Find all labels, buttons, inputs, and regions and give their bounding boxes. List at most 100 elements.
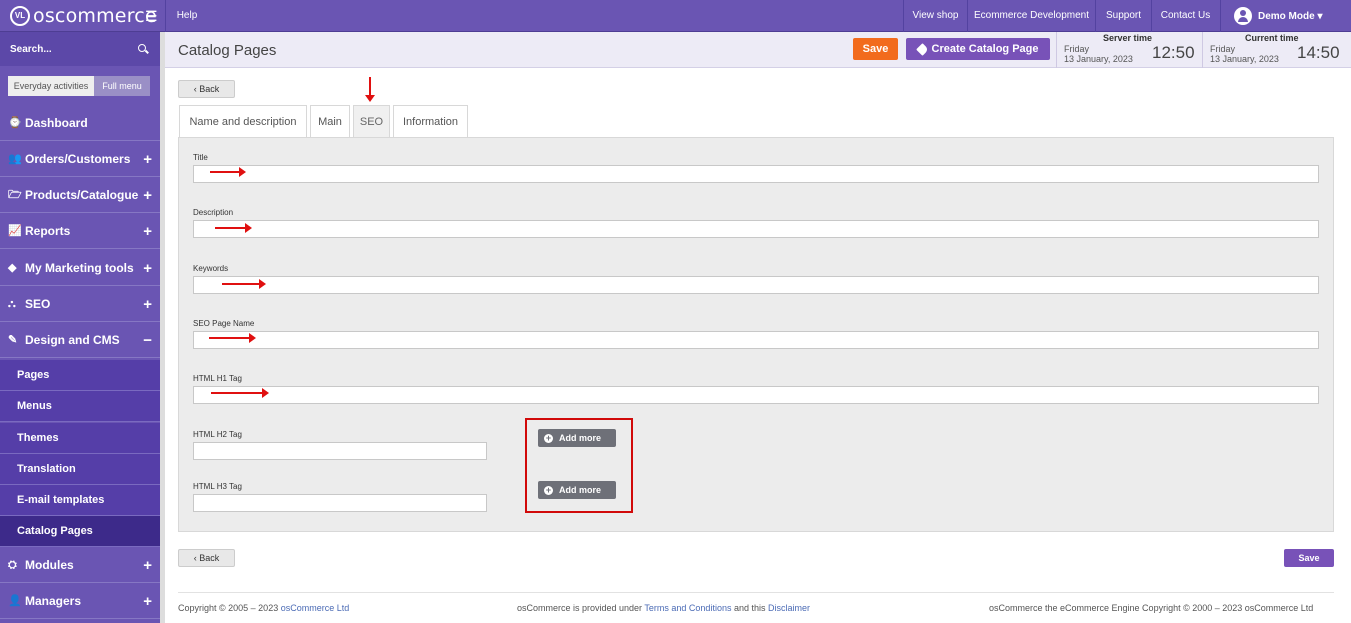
page-title: Catalog Pages <box>178 42 277 59</box>
logo[interactable]: VL oscommerce <box>10 4 157 28</box>
divider <box>165 0 166 32</box>
user-menu-label: Demo Mode ▾ <box>1258 10 1323 22</box>
back-button[interactable]: ‹ Back <box>178 80 235 98</box>
h1-tag-input[interactable] <box>193 386 1319 404</box>
expand-icon[interactable]: + <box>143 142 152 177</box>
annotation-arrow <box>210 167 246 177</box>
disclaimer-link[interactable]: Disclaimer <box>768 603 810 613</box>
add-more-label: Add more <box>559 485 602 495</box>
sidebar-item-orders-customers[interactable]: 👥 Orders/Customers + <box>0 142 160 177</box>
page-header: Catalog Pages Save Create Catalog Page S… <box>165 32 1351 68</box>
search-icon[interactable] <box>138 44 146 52</box>
expand-icon[interactable]: + <box>143 251 152 286</box>
sidebar-item-reports[interactable]: 📈 Reports + <box>0 214 160 249</box>
save-button-bottom[interactable]: Save <box>1284 549 1334 567</box>
plus-circle-icon: + <box>544 432 553 443</box>
terms-link[interactable]: Terms and Conditions <box>644 603 731 613</box>
everyday-activities-button[interactable]: Everyday activities <box>8 76 94 96</box>
view-shop-link[interactable]: View shop <box>904 0 967 32</box>
user-menu[interactable]: Demo Mode ▾ <box>1223 0 1351 32</box>
full-menu-button[interactable]: Full menu <box>94 76 150 96</box>
expand-icon[interactable]: + <box>143 548 152 583</box>
sidebar-subitem-menus[interactable]: Menus <box>0 391 160 422</box>
help-link[interactable]: Help <box>168 0 206 32</box>
annotation-arrow <box>215 223 252 233</box>
h2-tag-input[interactable] <box>193 442 487 460</box>
dashboard-icon: ⌚ <box>8 117 22 129</box>
search-input[interactable]: Search... <box>0 32 160 66</box>
expand-icon[interactable]: + <box>143 214 152 249</box>
support-link[interactable]: Support <box>1096 0 1151 32</box>
server-time-box: Server time Friday 13 January, 2023 12:5… <box>1056 32 1200 68</box>
sidebar-item-seo[interactable]: ⛬ SEO + <box>0 287 160 322</box>
sidebar-item-label: Reports <box>25 224 71 238</box>
title-input[interactable] <box>193 165 1319 183</box>
create-catalog-page-button[interactable]: Create Catalog Page <box>906 38 1050 60</box>
description-input[interactable] <box>193 220 1319 238</box>
server-day: Friday <box>1064 44 1090 54</box>
server-date: 13 January, 2023 <box>1064 54 1133 64</box>
save-button[interactable]: Save <box>853 38 898 60</box>
avatar-icon <box>1234 7 1252 25</box>
current-time-box: Current time Friday 13 January, 2023 14:… <box>1202 32 1351 68</box>
sidebar-scrollbar[interactable] <box>160 32 165 623</box>
search-placeholder: Search... <box>10 44 52 55</box>
footer-text: osCommerce is provided under <box>517 603 645 613</box>
current-date: 13 January, 2023 <box>1210 54 1279 64</box>
sidebar-item-dashboard[interactable]: ⌚ Dashboard <box>0 106 160 141</box>
footer-text: and this <box>731 603 768 613</box>
expand-icon[interactable]: + <box>143 584 152 619</box>
sidebar-item-modules[interactable]: ⛭ Modules + <box>0 548 160 583</box>
tab-information[interactable]: Information <box>393 105 468 137</box>
h3-tag-label: HTML H3 Tag <box>193 482 242 491</box>
h1-tag-label: HTML H1 Tag <box>193 374 242 383</box>
sidebar-item-label: Modules <box>25 558 74 572</box>
sidebar-item-managers[interactable]: 👤 Managers + <box>0 584 160 619</box>
sidebar-item-label: Orders/Customers <box>25 152 131 166</box>
sidebar-item-products-catalogue[interactable]: 🗁 Products/Catalogue + <box>0 178 160 213</box>
sidebar-item-design-cms[interactable]: ✎ Design and CMS − <box>0 323 160 358</box>
sidebar-item-marketing-tools[interactable]: ◆ My Marketing tools + <box>0 251 160 286</box>
seo-page-name-label: SEO Page Name <box>193 319 255 328</box>
add-more-h3-button[interactable]: + Add more <box>538 481 616 499</box>
sidebar-item-label: My Marketing tools <box>25 261 134 275</box>
sidebar-subitem-catalog-pages[interactable]: Catalog Pages <box>0 516 160 547</box>
title-label: Title <box>193 153 208 162</box>
expand-icon[interactable]: + <box>143 287 152 322</box>
users-icon: 👥 <box>8 153 22 165</box>
expand-icon[interactable]: + <box>143 178 152 213</box>
keywords-input[interactable] <box>193 276 1319 294</box>
top-bar: VL oscommerce ☰ Help View shop Ecommerce… <box>0 0 1351 32</box>
hamburger-icon[interactable]: ☰ <box>145 8 158 25</box>
oscommerce-ltd-link[interactable]: osCommerce Ltd <box>281 603 350 613</box>
puzzle-icon: ⛭ <box>8 559 17 571</box>
h3-tag-input[interactable] <box>193 494 487 512</box>
seo-page-name-input[interactable] <box>193 331 1319 349</box>
tab-name-description[interactable]: Name and description <box>179 105 307 137</box>
user-icon: 👤 <box>8 595 22 607</box>
sidebar-item-label: Products/Catalogue <box>25 188 139 202</box>
keywords-label: Keywords <box>193 264 229 273</box>
sidebar-item-label: Design and CMS <box>25 333 120 347</box>
logo-icon: VL <box>10 6 30 26</box>
sidebar-subitem-email-templates[interactable]: E-mail templates <box>0 485 160 516</box>
tab-main[interactable]: Main <box>310 105 350 137</box>
plus-circle-icon: + <box>544 484 553 495</box>
footer-terms: osCommerce is provided under Terms and C… <box>517 603 810 613</box>
footer-engine: osCommerce the eCommerce Engine Copyrigh… <box>989 603 1314 613</box>
add-more-label: Add more <box>559 433 602 443</box>
sidebar: Search... Everyday activities Full menu … <box>0 32 160 623</box>
contact-us-link[interactable]: Contact Us <box>1152 0 1219 32</box>
sidebar-subitem-pages[interactable]: Pages <box>0 360 160 391</box>
server-clock: 12:50 <box>1152 43 1195 62</box>
tab-seo[interactable]: SEO <box>353 105 390 137</box>
footer-copyright: Copyright © 2005 – 2023 osCommerce Ltd <box>178 603 349 613</box>
collapse-icon[interactable]: − <box>143 323 152 358</box>
ecommerce-development-link[interactable]: Ecommerce Development <box>968 0 1095 32</box>
add-more-h2-button[interactable]: + Add more <box>538 429 616 447</box>
back-button-bottom[interactable]: ‹ Back <box>178 549 235 567</box>
current-day: Friday <box>1210 44 1236 54</box>
create-catalog-page-label: Create Catalog Page <box>931 43 1039 55</box>
sidebar-subitem-themes[interactable]: Themes <box>0 423 160 454</box>
sidebar-subitem-translation[interactable]: Translation <box>0 454 160 485</box>
